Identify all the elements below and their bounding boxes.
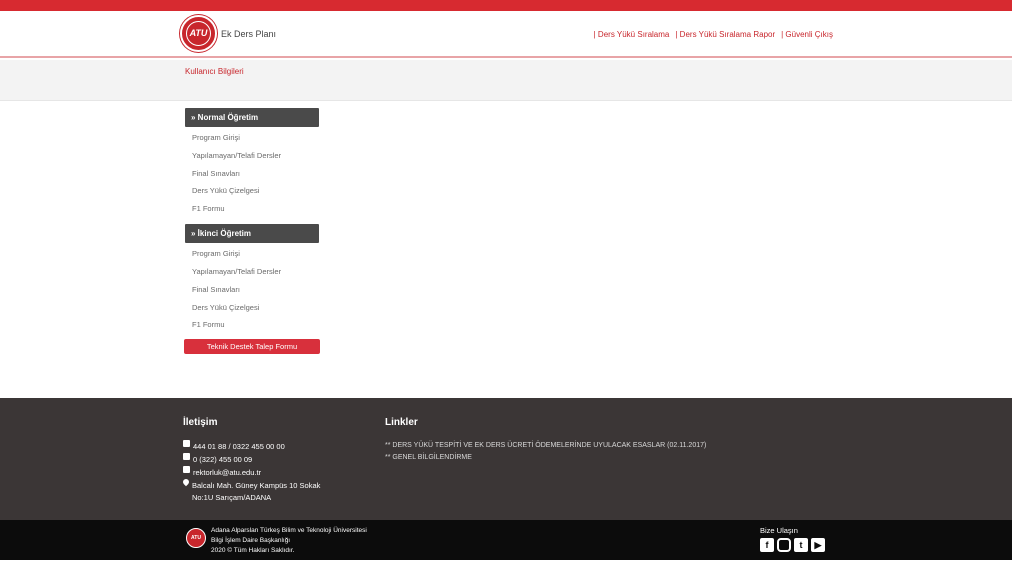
email-icon — [183, 466, 190, 473]
top-accent-bar — [0, 0, 1012, 11]
menu-item-f1-formu[interactable]: F1 Formu — [192, 320, 225, 329]
nav-guvenli-cikis[interactable]: | Güvenli Çıkış — [781, 30, 833, 39]
location-pin-icon — [181, 477, 191, 487]
contact-address-line1: Balcalı Mah. Güney Kampüs 10 Sokak — [192, 481, 321, 490]
menu-item-final-sinavlari[interactable]: Final Sınavları — [192, 285, 240, 294]
atu-footer-logo: ATU — [186, 528, 206, 548]
top-nav: | Ders Yükü Sıralama | Ders Yükü Sıralam… — [594, 30, 833, 39]
logo-text: ATU — [189, 28, 208, 38]
link-genel-bilgilendirme[interactable]: ** GENEL BİLGİLENDİRME — [385, 454, 472, 461]
facebook-icon[interactable]: f — [760, 538, 774, 552]
support-request-button[interactable]: Teknik Destek Talep Formu — [184, 339, 320, 354]
page-title: Kullanıcı Bilgileri — [185, 67, 244, 76]
contact-fax: 0 (322) 455 00 09 — [193, 455, 253, 464]
menu-item-ders-yuku-cizelgesi[interactable]: Ders Yükü Çizelgesi — [192, 303, 259, 312]
atu-logo[interactable]: ATU — [180, 15, 217, 52]
social-title: Bize Ulaşın — [760, 526, 798, 535]
menu-item-program-girisi[interactable]: Program Girişi — [192, 133, 240, 142]
youtube-icon[interactable]: ▶ — [811, 538, 825, 552]
bottom-bar: ATU Adana Alparslan Türkeş Bilim ve Tekn… — [0, 520, 1012, 560]
instagram-icon[interactable] — [777, 538, 791, 552]
contact-title: İletişim — [183, 417, 218, 428]
menu-section-ikinci-ogretim[interactable]: » İkinci Öğretim — [185, 224, 319, 243]
menu-item-f1-formu[interactable]: F1 Formu — [192, 204, 225, 213]
menu-item-program-girisi[interactable]: Program Girişi — [192, 249, 240, 258]
subheader: Kullanıcı Bilgileri — [0, 60, 1012, 101]
footer: İletişim 444 01 88 / 0322 455 00 00 0 (3… — [0, 398, 1012, 520]
menu-item-final-sinavlari[interactable]: Final Sınavları — [192, 169, 240, 178]
page-bottom-space — [0, 560, 1012, 576]
contact-email[interactable]: rektorluk@atu.edu.tr — [193, 468, 261, 477]
menu-item-telafi-dersler[interactable]: Yapılamayan/Telafi Dersler — [192, 151, 281, 160]
menu-item-ders-yuku-cizelgesi[interactable]: Ders Yükü Çizelgesi — [192, 186, 259, 195]
university-name: Adana Alparslan Türkeş Bilim ve Teknoloj… — [211, 527, 367, 534]
app-title: Ek Ders Planı — [221, 29, 277, 39]
contact-phone: 444 01 88 / 0322 455 00 00 — [193, 442, 285, 451]
copyright: 2020 © Tüm Hakları Saklıdır. — [211, 547, 295, 554]
department-name: Bilgi İşlem Daire Başkanlığı — [211, 537, 291, 544]
menu-section-normal-ogretim[interactable]: » Normal Öğretim — [185, 108, 319, 127]
nav-ders-yuku-siralama[interactable]: | Ders Yükü Sıralama — [594, 30, 670, 39]
contact-address-line2: No:1U Sarıçam/ADANA — [192, 493, 272, 502]
links-title: Linkler — [385, 417, 418, 428]
twitter-icon[interactable]: t — [794, 538, 808, 552]
phone-icon — [183, 440, 190, 447]
menu-item-telafi-dersler[interactable]: Yapılamayan/Telafi Dersler — [192, 267, 281, 276]
header: ATU Ek Ders Planı | Ders Yükü Sıralama |… — [0, 11, 1012, 58]
nav-ders-yuku-siralama-rapor[interactable]: | Ders Yükü Sıralama Rapor — [675, 30, 775, 39]
fax-icon — [183, 453, 190, 460]
link-ders-yuku-esaslar[interactable]: ** DERS YÜKÜ TESPİTİ VE EK DERS ÜCRETİ Ö… — [385, 442, 706, 449]
